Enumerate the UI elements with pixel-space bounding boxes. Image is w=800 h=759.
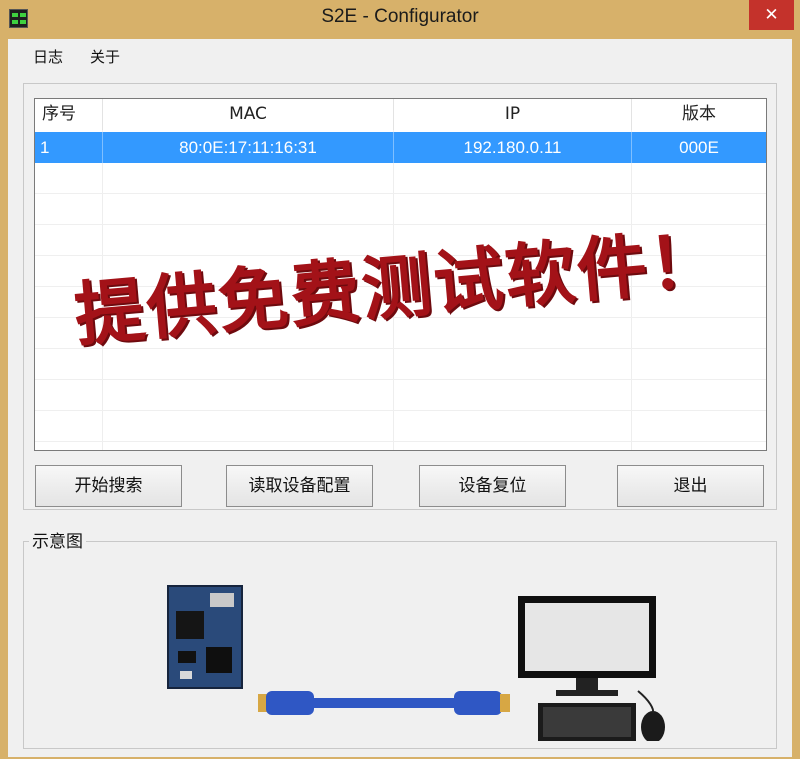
close-button[interactable]: ✕ xyxy=(749,0,794,30)
window-title: S2E - Configurator xyxy=(321,6,479,27)
empty-row xyxy=(35,318,766,349)
column-header-ip[interactable]: IP xyxy=(394,99,632,130)
empty-row xyxy=(35,349,766,380)
device-reset-button[interactable]: 设备复位 xyxy=(419,465,566,507)
application-window: S2E - Configurator ✕ 日志 关于 序号 MAC IP 版本 xyxy=(0,0,800,759)
diagram-group-label: 示意图 xyxy=(29,527,86,552)
empty-row xyxy=(35,225,766,256)
menu-bar: 日志 关于 xyxy=(8,39,792,72)
serial-module-image xyxy=(167,585,243,689)
connection-diagram xyxy=(167,585,665,741)
read-config-button[interactable]: 读取设备配置 xyxy=(226,465,373,507)
empty-row xyxy=(35,411,766,442)
empty-row xyxy=(35,194,766,225)
menu-item-about[interactable]: 关于 xyxy=(90,46,120,67)
ethernet-cable-image xyxy=(258,691,510,715)
menu-item-log[interactable]: 日志 xyxy=(33,46,63,67)
table-row[interactable]: 1 80:0E:17:11:16:31 192.180.0.11 000E xyxy=(35,132,766,163)
title-bar[interactable]: S2E - Configurator ✕ xyxy=(0,0,800,38)
empty-row xyxy=(35,287,766,318)
start-search-button[interactable]: 开始搜索 xyxy=(35,465,182,507)
cell-index: 1 xyxy=(35,132,103,163)
client-area: 日志 关于 序号 MAC IP 版本 1 80:0E:17:11:16:31 1… xyxy=(8,39,792,757)
cell-mac: 80:0E:17:11:16:31 xyxy=(103,132,394,163)
empty-row xyxy=(35,163,766,194)
device-table[interactable]: 序号 MAC IP 版本 1 80:0E:17:11:16:31 192.180… xyxy=(34,98,767,451)
column-header-version[interactable]: 版本 xyxy=(632,99,766,130)
computer-image xyxy=(518,596,665,741)
column-header-mac[interactable]: MAC xyxy=(103,99,394,130)
empty-row xyxy=(35,256,766,287)
empty-row xyxy=(35,380,766,411)
cell-ip: 192.180.0.11 xyxy=(394,132,632,163)
column-header-index[interactable]: 序号 xyxy=(35,99,103,130)
exit-button[interactable]: 退出 xyxy=(617,465,764,507)
cell-version: 000E xyxy=(679,138,719,157)
